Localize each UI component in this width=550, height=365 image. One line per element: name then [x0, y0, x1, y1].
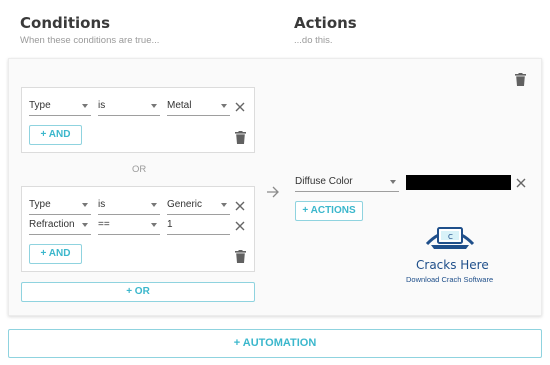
watermark-subtitle: Download Crach Software: [406, 275, 494, 284]
condition-value-value: Generic: [167, 199, 203, 210]
condition-field-select[interactable]: Refraction: [29, 217, 91, 235]
remove-condition-close-icon[interactable]: [234, 101, 246, 113]
chevron-down-icon: [82, 203, 88, 207]
remove-condition-close-icon[interactable]: [234, 220, 246, 232]
add-and-button[interactable]: + AND: [29, 125, 82, 145]
condition-operator-select[interactable]: is: [98, 98, 160, 116]
action-field-value: Diffuse Color: [295, 176, 353, 187]
condition-value-value: 1: [167, 219, 173, 230]
add-and-button[interactable]: + AND: [29, 244, 82, 264]
chevron-down-icon: [390, 180, 396, 184]
chevron-down-icon: [151, 203, 157, 207]
chevron-down-icon: [221, 203, 227, 207]
action-field-select[interactable]: Diffuse Color: [295, 174, 399, 192]
condition-operator-value: is: [98, 100, 106, 111]
svg-text:C: C: [448, 233, 453, 241]
delete-group-trash-icon[interactable]: [235, 131, 246, 144]
add-actions-button[interactable]: + ACTIONS: [295, 201, 363, 221]
condition-group-1: Type is Metal + AND: [21, 87, 255, 153]
chevron-down-icon: [82, 223, 88, 227]
condition-value-input[interactable]: 1: [167, 217, 230, 235]
chevron-down-icon: [151, 104, 157, 108]
remove-action-close-icon[interactable]: [515, 177, 527, 189]
condition-field-select[interactable]: Type: [29, 197, 91, 215]
arrow-right-icon: [267, 186, 279, 198]
conditions-subtitle: When these conditions are true...: [20, 35, 160, 46]
condition-operator-select[interactable]: ==: [98, 217, 160, 235]
add-or-button[interactable]: + OR: [21, 282, 255, 302]
condition-group-2: Type is Generic Refraction == 1 + AND: [21, 186, 255, 272]
watermark-title: Cracks Here: [416, 258, 489, 272]
delete-automation-trash-icon[interactable]: [515, 73, 526, 86]
chevron-down-icon: [221, 104, 227, 108]
delete-group-trash-icon[interactable]: [235, 250, 246, 263]
or-separator: OR: [132, 164, 147, 175]
condition-field-select[interactable]: Type: [29, 98, 91, 116]
automation-card: Type is Metal + AND OR Type is Generic R…: [8, 58, 542, 316]
condition-field-value: Refraction: [29, 219, 75, 230]
conditions-title: Conditions: [20, 14, 111, 32]
condition-field-value: Type: [29, 100, 51, 111]
condition-value-value: Metal: [167, 100, 192, 111]
actions-subtitle: ...do this.: [294, 35, 333, 46]
condition-operator-value: ==: [98, 219, 110, 230]
chevron-down-icon: [82, 104, 88, 108]
chevron-down-icon: [151, 223, 157, 227]
color-value-field[interactable]: [406, 175, 511, 190]
condition-operator-select[interactable]: is: [98, 197, 160, 215]
actions-title: Actions: [294, 14, 357, 32]
condition-field-value: Type: [29, 199, 51, 210]
condition-operator-value: is: [98, 199, 106, 210]
add-automation-button[interactable]: + AUTOMATION: [8, 329, 542, 358]
remove-condition-close-icon[interactable]: [234, 200, 246, 212]
laptop-logo-icon: C: [425, 227, 475, 249]
condition-value-select[interactable]: Generic: [167, 197, 230, 215]
condition-value-select[interactable]: Metal: [167, 98, 230, 116]
